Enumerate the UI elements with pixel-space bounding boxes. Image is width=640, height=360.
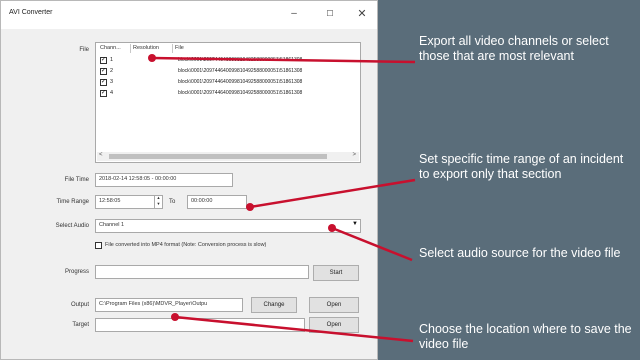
- arrow-save-location: [174, 315, 414, 343]
- arrow-export-channels: [151, 56, 416, 64]
- arrow-dot: [148, 54, 156, 62]
- annotation-save-location: Choose the location where to save the vi…: [419, 322, 632, 351]
- arrow-dot: [246, 203, 254, 211]
- arrow-dot: [328, 224, 336, 232]
- arrow-dot: [171, 313, 179, 321]
- arrow-time-range: [249, 178, 416, 209]
- annotation-audio-source: Select audio source for the video file: [419, 246, 621, 260]
- annotation-export-channels: Export all video channels or select thos…: [419, 34, 609, 63]
- annotation-time-range: Set specific time range of an incident t…: [419, 152, 624, 181]
- arrow-audio-source: [331, 226, 413, 262]
